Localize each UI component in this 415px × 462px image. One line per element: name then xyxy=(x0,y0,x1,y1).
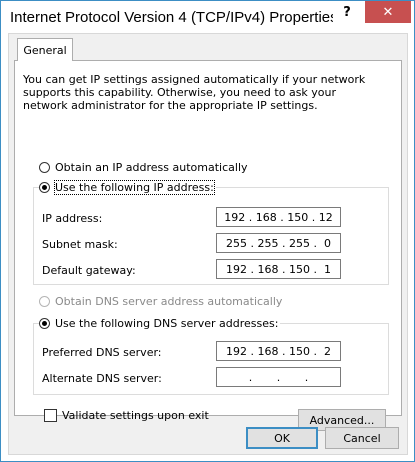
use-following-dns-radio[interactable]: Use the following DNS server addresses: xyxy=(39,317,281,330)
radio-indicator xyxy=(39,318,50,329)
help-icon: ? xyxy=(343,4,351,20)
checkbox-indicator xyxy=(44,409,57,422)
validate-settings-checkbox[interactable]: Validate settings upon exit xyxy=(44,409,209,422)
radio-indicator xyxy=(39,182,50,193)
ip-address-input[interactable]: 192 . 168 . 150 . 12 xyxy=(216,207,341,227)
obtain-dns-auto-label: Obtain DNS server address automatically xyxy=(55,295,283,308)
radio-indicator xyxy=(39,296,50,307)
alternate-dns-label: Alternate DNS server: xyxy=(42,372,162,385)
close-button[interactable]: ✕ xyxy=(365,1,411,23)
ip-address-label: IP address: xyxy=(42,212,103,225)
use-following-ip-label: Use the following IP address: xyxy=(54,180,215,195)
tab-label: General xyxy=(23,43,67,57)
close-icon: ✕ xyxy=(382,4,394,20)
dialog-window: Internet Protocol Version 4 (TCP/IPv4) P… xyxy=(0,0,415,462)
tab-general[interactable]: General xyxy=(17,38,73,61)
radio-indicator xyxy=(39,162,50,173)
preferred-dns-input[interactable]: 192 . 168 . 150 . 2 xyxy=(216,341,341,361)
window-title: Internet Protocol Version 4 (TCP/IPv4) P… xyxy=(10,9,338,26)
ok-button[interactable]: OK xyxy=(246,427,318,449)
advanced-button-label: Advanced... xyxy=(309,413,375,427)
dialog-body: General You can get IP settings assigned… xyxy=(8,33,408,455)
description-text: You can get IP settings assigned automat… xyxy=(23,73,366,112)
default-gateway-label: Default gateway: xyxy=(42,264,136,277)
validate-settings-label: Validate settings upon exit xyxy=(62,409,209,422)
cancel-button[interactable]: Cancel xyxy=(325,427,399,449)
obtain-ip-auto-radio[interactable]: Obtain an IP address automatically xyxy=(39,161,248,174)
obtain-ip-auto-label: Obtain an IP address automatically xyxy=(55,161,248,174)
subnet-mask-label: Subnet mask: xyxy=(42,238,118,251)
default-gateway-input[interactable]: 192 . 168 . 150 . 1 xyxy=(216,259,341,279)
preferred-dns-label: Preferred DNS server: xyxy=(42,346,162,359)
obtain-dns-auto-radio[interactable]: Obtain DNS server address automatically xyxy=(39,295,282,308)
ok-button-label: OK xyxy=(274,431,290,445)
cancel-button-label: Cancel xyxy=(343,431,381,445)
help-button[interactable]: ? xyxy=(333,1,361,23)
alternate-dns-input[interactable]: . . . xyxy=(216,367,341,387)
subnet-mask-input[interactable]: 255 . 255 . 255 . 0 xyxy=(216,233,341,253)
use-following-dns-label: Use the following DNS server addresses: xyxy=(55,317,279,330)
use-following-ip-radio[interactable]: Use the following IP address: xyxy=(39,180,216,195)
general-tab-panel: You can get IP settings assigned automat… xyxy=(14,60,402,431)
title-bar[interactable]: Internet Protocol Version 4 (TCP/IPv4) P… xyxy=(1,1,414,33)
